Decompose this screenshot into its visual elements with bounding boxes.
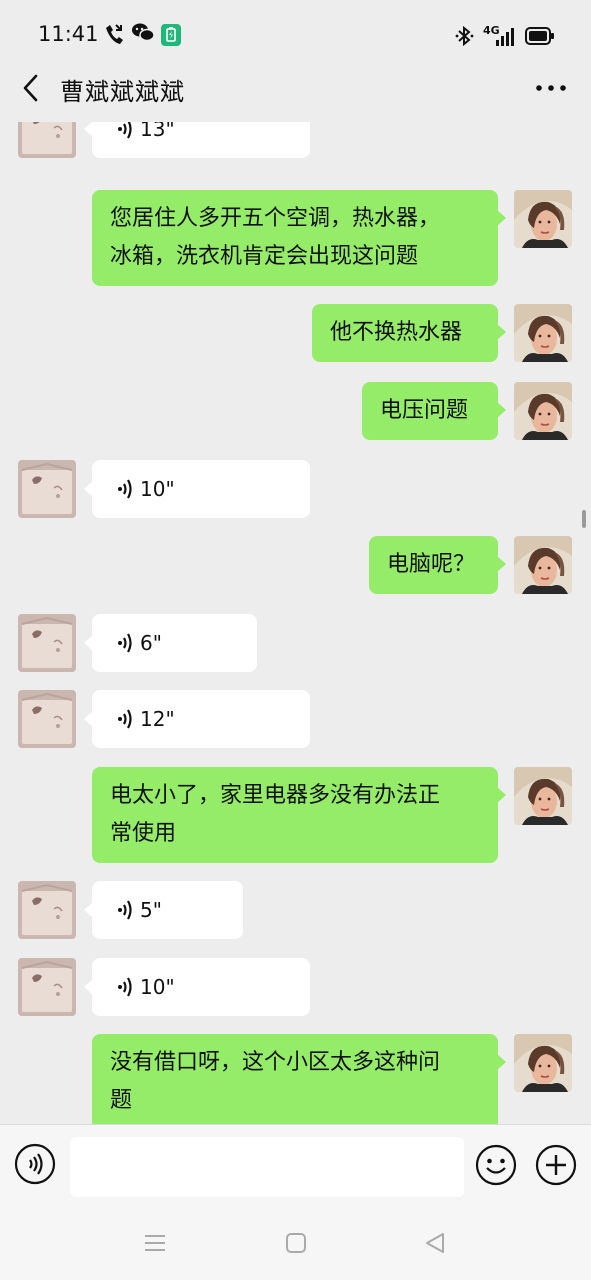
voice-duration: 10"	[140, 975, 175, 999]
contact-avatar[interactable]	[18, 690, 76, 748]
emoji-icon[interactable]	[474, 1143, 518, 1187]
voice-duration: 12"	[140, 707, 175, 731]
contact-avatar[interactable]	[18, 122, 76, 158]
message-text-line: 常使用	[110, 821, 177, 846]
message-list[interactable]: 13" 您居住人多开五个空调，热水器， 冰箱，洗衣机肯定会出现这问题他不换热水器电压…	[0, 122, 591, 1124]
wechat-icon	[132, 23, 155, 42]
my-avatar[interactable]	[514, 767, 572, 825]
chevron-left-icon[interactable]	[14, 68, 54, 108]
chat-header: 曹斌斌斌斌	[0, 58, 591, 122]
message-text-line: 电脑呢？	[387, 552, 476, 577]
text-message-bubble[interactable]: 您居住人多开五个空调，热水器， 冰箱，洗衣机肯定会出现这问题	[92, 190, 506, 286]
battery-icon	[525, 27, 554, 45]
message-text-line: 没有借口呀，这个小区太多这种问	[110, 1050, 441, 1075]
contact-avatar[interactable]	[18, 881, 76, 939]
message-text-line: 电太小了，家里电器多没有办法正	[110, 783, 441, 808]
voice-message-bubble[interactable]: 13"	[84, 122, 310, 158]
voice-input-icon[interactable]	[14, 1143, 56, 1185]
text-message-bubble[interactable]: 没有借口呀，这个小区太多这种问题	[92, 1034, 506, 1124]
system-nav-bar	[0, 1200, 591, 1280]
chat-title: 曹斌斌斌斌	[60, 78, 185, 106]
text-message-bubble[interactable]: 电脑呢？	[369, 536, 506, 594]
contact-avatar[interactable]	[18, 958, 76, 1016]
my-avatar[interactable]	[514, 304, 572, 362]
voice-wave-icon	[118, 479, 132, 499]
message-input[interactable]	[70, 1137, 464, 1197]
battery-saver-icon	[161, 24, 181, 46]
voice-wave-icon	[118, 633, 132, 653]
back-triangle-icon[interactable]	[422, 1230, 448, 1256]
status-time: 11:41	[38, 22, 99, 46]
missed-call-icon	[106, 24, 123, 44]
voice-duration: 10"	[140, 477, 175, 501]
voice-wave-icon	[118, 977, 132, 997]
more-horizontal-icon[interactable]	[531, 70, 571, 106]
my-avatar[interactable]	[514, 1034, 572, 1092]
voice-wave-icon	[118, 709, 132, 729]
message-text-line: 冰箱，洗衣机肯定会出现这问题	[110, 244, 419, 269]
voice-message-bubble[interactable]: 6"	[84, 614, 257, 672]
voice-message-bubble[interactable]: 10"	[84, 958, 310, 1016]
voice-wave-icon	[118, 122, 132, 139]
voice-message-bubble[interactable]: 5"	[84, 881, 243, 939]
home-square-icon[interactable]	[283, 1230, 309, 1256]
voice-message-bubble[interactable]: 12"	[84, 690, 310, 748]
text-message-bubble[interactable]: 电压问题	[362, 382, 506, 440]
message-text-line: 您居住人多开五个空调，热水器，	[110, 206, 441, 231]
voice-duration: 5"	[140, 898, 162, 922]
message-text-line: 他不换热水器	[330, 320, 463, 345]
input-bar	[0, 1124, 591, 1201]
message-text-line: 题	[110, 1088, 133, 1113]
message-text-line: 电压问题	[380, 398, 469, 423]
my-avatar[interactable]	[514, 190, 572, 248]
voice-message-bubble[interactable]: 10"	[84, 460, 310, 518]
scrollbar[interactable]	[582, 510, 586, 528]
voice-duration: 13"	[140, 122, 175, 141]
voice-wave-icon	[118, 900, 132, 920]
plus-circle-icon[interactable]	[534, 1143, 578, 1187]
contact-avatar[interactable]	[18, 614, 76, 672]
menu-icon[interactable]	[142, 1230, 168, 1256]
my-avatar[interactable]	[514, 382, 572, 440]
signal-icon	[496, 28, 514, 46]
contact-avatar[interactable]	[18, 460, 76, 518]
text-message-bubble[interactable]: 电太小了，家里电器多没有办法正 常使用	[92, 767, 506, 863]
bluetooth-icon	[455, 25, 474, 47]
voice-duration: 6"	[140, 631, 162, 655]
my-avatar[interactable]	[514, 536, 572, 594]
text-message-bubble[interactable]: 他不换热水器	[312, 304, 506, 362]
